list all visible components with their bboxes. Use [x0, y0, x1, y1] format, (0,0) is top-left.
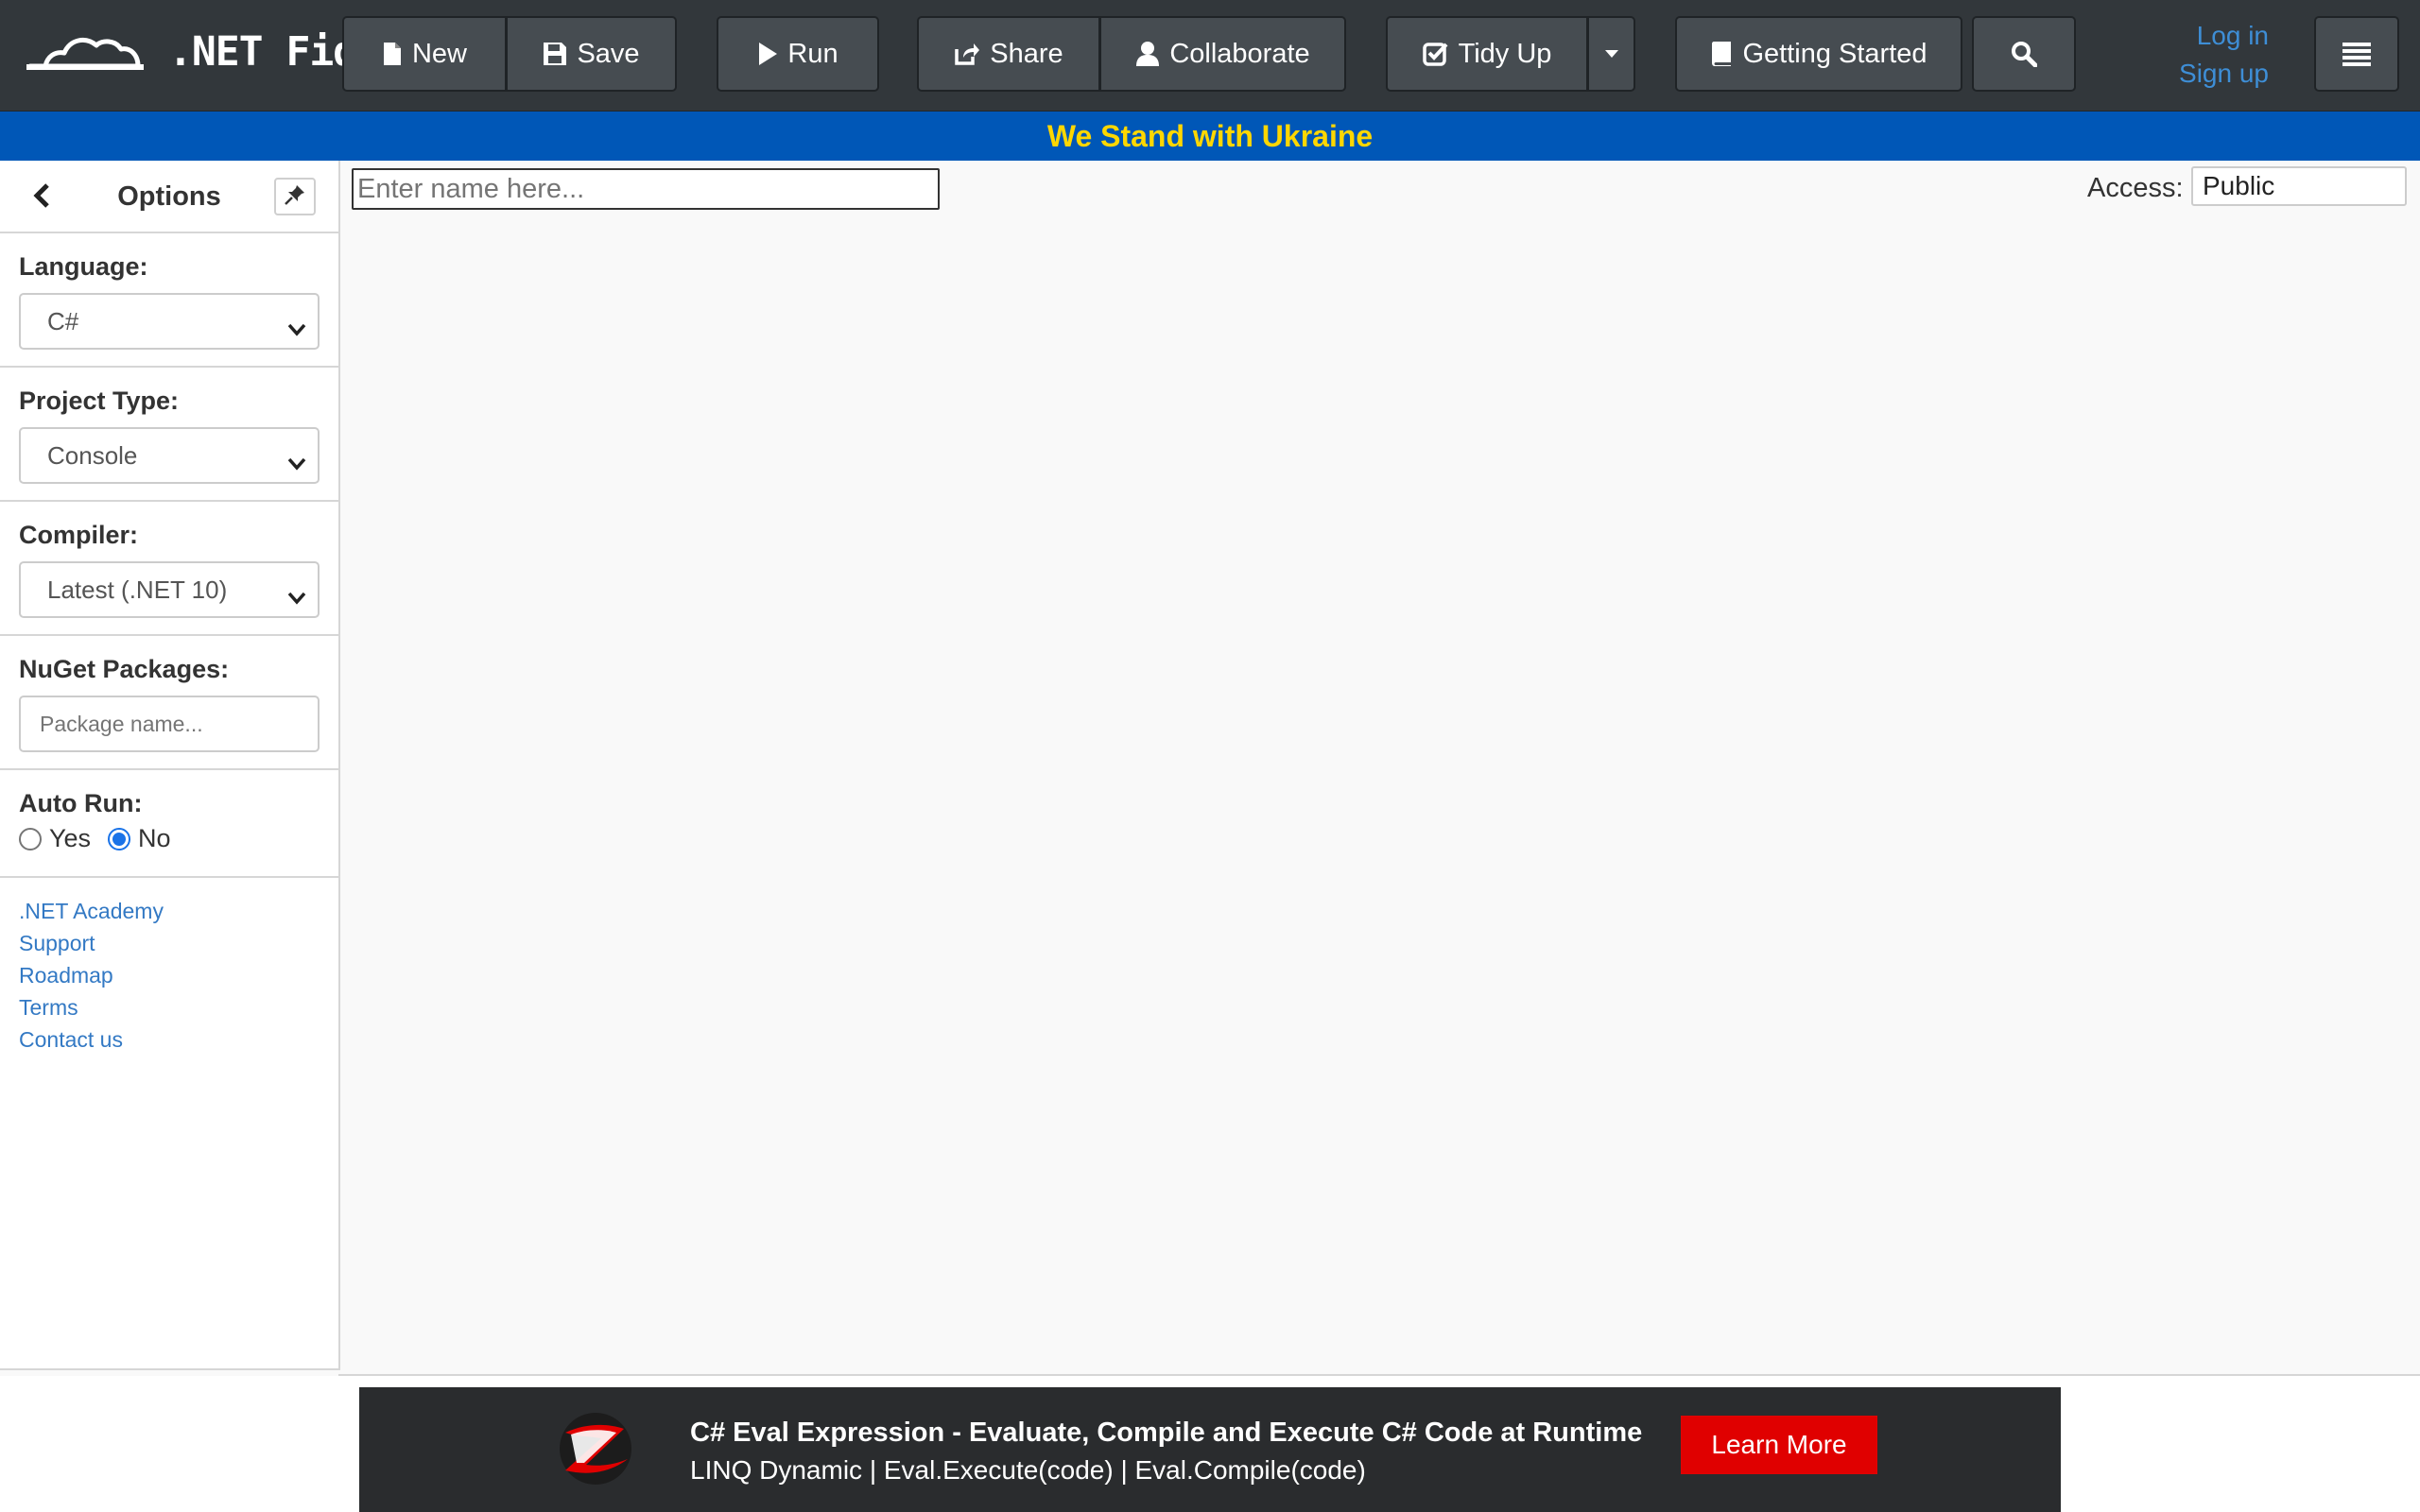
- search-button[interactable]: [1972, 16, 2076, 92]
- options-sidebar: Options Language: C# Project Type: Conso…: [0, 161, 340, 1370]
- auth-links: Log in Sign up: [2179, 17, 2269, 93]
- radio-unchecked-icon: [19, 827, 42, 850]
- auto-run-section: Auto Run: Yes No: [0, 770, 338, 878]
- hamburger-menu-button[interactable]: [2314, 16, 2399, 92]
- collaborate-button-label: Collaborate: [1169, 38, 1310, 69]
- z-logo-icon: [548, 1406, 643, 1496]
- share-icon: [954, 42, 980, 66]
- collaborate-button[interactable]: Collaborate: [1100, 16, 1346, 92]
- compiler-value: Latest (.NET 10): [47, 575, 228, 604]
- new-button-label: New: [411, 38, 467, 69]
- auto-run-label: Auto Run:: [19, 789, 143, 817]
- save-button[interactable]: Save: [507, 16, 677, 92]
- pin-button[interactable]: [274, 178, 316, 215]
- pin-icon: [285, 184, 305, 210]
- auto-run-no-radio[interactable]: No: [108, 824, 171, 853]
- cloud-logo-icon[interactable]: [26, 26, 144, 72]
- tidy-up-dropdown-button[interactable]: [1588, 16, 1635, 92]
- user-icon: [1135, 41, 1160, 67]
- signup-link[interactable]: Sign up: [2179, 55, 2269, 93]
- floppy-icon: [543, 42, 567, 66]
- sidebar-links: .NET Academy Support Roadmap Terms Conta…: [0, 878, 338, 1073]
- access-select[interactable]: Public: [2191, 166, 2407, 206]
- link-net-academy[interactable]: .NET Academy: [19, 895, 320, 927]
- getting-started-button[interactable]: Getting Started: [1675, 16, 1962, 92]
- ad-footer: C# Eval Expression - Evaluate, Compile a…: [0, 1376, 2420, 1512]
- run-button-label: Run: [787, 38, 838, 69]
- ad-banner[interactable]: C# Eval Expression - Evaluate, Compile a…: [359, 1387, 2061, 1512]
- fiddle-name-input[interactable]: [352, 168, 940, 210]
- login-link[interactable]: Log in: [2179, 17, 2269, 55]
- chevron-left-icon[interactable]: [32, 183, 51, 213]
- banner-text: We Stand with Ukraine: [1046, 118, 1374, 153]
- radio-checked-icon: [108, 827, 131, 850]
- access-value: Public: [2203, 171, 2275, 200]
- auto-run-yes-label: Yes: [49, 824, 92, 852]
- link-terms[interactable]: Terms: [19, 991, 320, 1023]
- language-select[interactable]: C#: [19, 293, 320, 350]
- ad-subline: LINQ Dynamic | Eval.Execute(code) | Eval…: [690, 1455, 1366, 1485]
- tidy-up-button[interactable]: Tidy Up: [1386, 16, 1588, 92]
- caret-down-icon: [1604, 49, 1619, 59]
- hamburger-icon: [2342, 42, 2371, 66]
- project-type-value: Console: [47, 440, 138, 470]
- access-label: Access:: [2087, 173, 2184, 203]
- top-navbar: .NET Fiddle New Save Run Share Collabora…: [0, 0, 2420, 112]
- share-button-label: Share: [990, 38, 1063, 69]
- nuget-package-input[interactable]: [19, 696, 320, 752]
- file-icon: [382, 41, 403, 67]
- language-section: Language: C#: [0, 233, 338, 368]
- nuget-label: NuGet Packages:: [19, 655, 230, 683]
- save-button-label: Save: [577, 38, 640, 69]
- run-button[interactable]: Run: [717, 16, 879, 92]
- auto-run-no-label: No: [138, 824, 171, 852]
- learn-more-button[interactable]: Learn More: [1681, 1416, 1877, 1474]
- new-button[interactable]: New: [342, 16, 507, 92]
- chevron-down-icon: [287, 582, 306, 611]
- chevron-down-icon: [287, 314, 306, 343]
- chevron-down-icon: [287, 448, 306, 477]
- book-icon: [1710, 41, 1733, 67]
- play-icon: [757, 42, 778, 66]
- ukraine-banner: We Stand with Ukraine: [0, 112, 2420, 161]
- link-roadmap[interactable]: Roadmap: [19, 959, 320, 991]
- getting-started-button-label: Getting Started: [1742, 38, 1927, 69]
- sidebar-header: Options: [0, 161, 338, 233]
- compiler-section: Compiler: Latest (.NET 10): [0, 502, 338, 636]
- auto-run-radios: Yes No: [19, 824, 320, 853]
- search-icon: [2011, 41, 2037, 67]
- language-label: Language:: [19, 252, 148, 281]
- link-support[interactable]: Support: [19, 927, 320, 959]
- project-type-section: Project Type: Console: [0, 368, 338, 502]
- compiler-label: Compiler:: [19, 521, 139, 549]
- share-button[interactable]: Share: [917, 16, 1100, 92]
- nuget-section: NuGet Packages:: [0, 636, 338, 770]
- link-contact-us[interactable]: Contact us: [19, 1023, 320, 1056]
- tidy-up-button-label: Tidy Up: [1458, 38, 1552, 69]
- language-value: C#: [47, 306, 79, 335]
- auto-run-yes-radio[interactable]: Yes: [19, 824, 91, 853]
- project-type-select[interactable]: Console: [19, 427, 320, 484]
- ad-headline: C# Eval Expression - Evaluate, Compile a…: [690, 1418, 1643, 1448]
- check-icon: [1422, 41, 1449, 67]
- project-type-label: Project Type:: [19, 387, 180, 415]
- compiler-select[interactable]: Latest (.NET 10): [19, 561, 320, 618]
